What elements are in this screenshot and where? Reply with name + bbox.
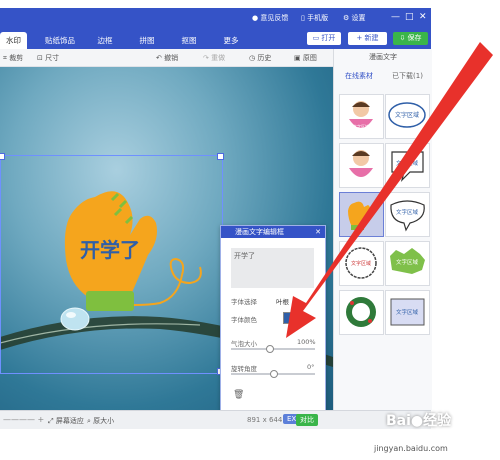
red-arrow-annotation bbox=[286, 42, 493, 338]
baidu-jingyan-logo: Bai●经验 bbox=[386, 413, 452, 429]
baidu-jingyan-url: jingyan.baidu.com bbox=[374, 444, 448, 453]
arrow-shape bbox=[286, 42, 493, 338]
